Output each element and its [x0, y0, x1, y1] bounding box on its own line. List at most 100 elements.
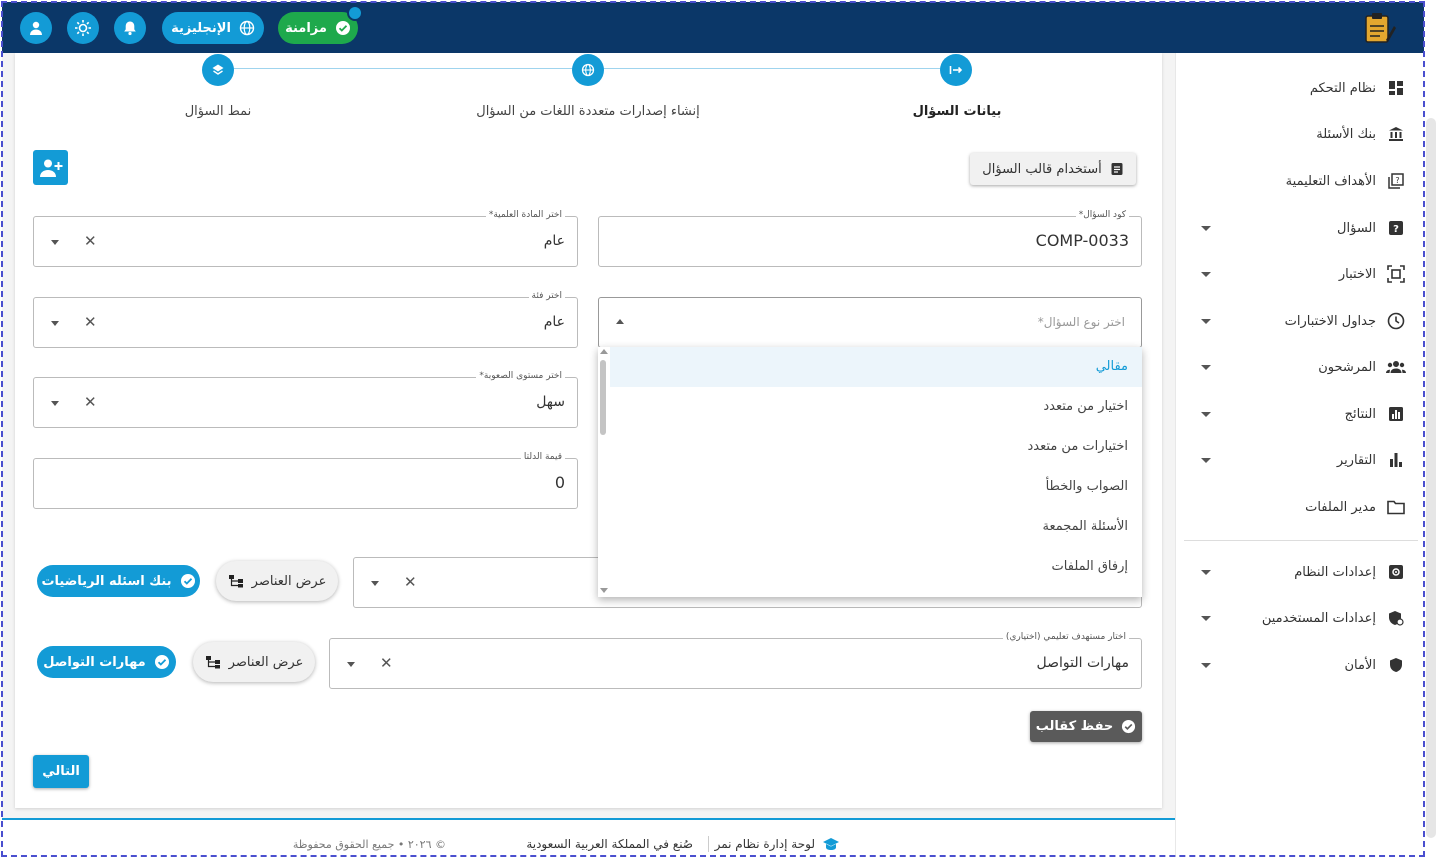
chevron-down-icon[interactable] — [371, 581, 379, 586]
subject-select[interactable]: اختر المادة العلمية* عام ✕ — [33, 210, 578, 267]
chevron-down-icon[interactable] — [51, 401, 59, 406]
layers-icon — [212, 64, 224, 75]
template-button-label: أستخدام قالب السؤال — [982, 161, 1102, 177]
show-elements-label: عرض العناصر — [228, 654, 304, 670]
step-1-circle[interactable] — [940, 54, 972, 86]
step-2-circle[interactable] — [572, 54, 604, 86]
chevron-down-icon[interactable] — [347, 662, 355, 667]
show-elements-button[interactable]: عرض العناصر — [216, 561, 338, 601]
delta-label: قيمة الدلتا — [520, 452, 565, 462]
use-question-template-button[interactable]: أستخدام قالب السؤال — [970, 153, 1136, 185]
sidebar-item-exam[interactable]: الاختبار — [1176, 254, 1426, 294]
delta-input[interactable]: قيمة الدلتا 0 — [33, 452, 578, 509]
sidebar-item-exam-schedules[interactable]: جداول الاختبارات — [1176, 301, 1426, 341]
chevron-down-icon[interactable] — [51, 321, 59, 326]
chevron-down-icon[interactable] — [1201, 271, 1211, 277]
sidebar-item-candidates[interactable]: المرشحون — [1176, 347, 1426, 387]
math-bank-chip[interactable]: بنك اسئله الرياضيات — [37, 565, 200, 597]
chevron-down-icon[interactable] — [1201, 411, 1211, 417]
scroll-up-icon[interactable] — [600, 349, 608, 354]
save-template-label: حفظ كقالب — [1035, 719, 1114, 734]
chevron-down-icon[interactable] — [1201, 662, 1211, 668]
dropdown-option[interactable]: اختيار من متعدد — [610, 387, 1142, 427]
sidebar-item-reports[interactable]: التقارير — [1176, 440, 1426, 480]
sidebar-item-dashboard[interactable]: نظام التحكم — [1176, 68, 1426, 108]
sidebar-item-label: إعدادات المستخدمين — [1261, 610, 1376, 626]
difficulty-value: سهل — [536, 394, 565, 410]
globe-icon — [239, 20, 255, 36]
save-as-template-button[interactable]: حفظ كقالب — [1030, 711, 1142, 742]
chevron-down-icon[interactable] — [1201, 225, 1211, 231]
next-button[interactable]: التالي — [33, 755, 89, 788]
difficulty-select[interactable]: اختر مستوى الصعوبة* سهل ✕ — [33, 371, 578, 428]
learning-target-select[interactable]: اختار مستهدف تعليمي (اختياري) مهارات الت… — [329, 632, 1142, 689]
chevron-up-icon[interactable] — [616, 319, 624, 324]
sidebar-item-label: نظام التحكم — [1309, 80, 1376, 96]
dropdown-option[interactable]: الصواب والخطأ — [610, 467, 1142, 507]
question-type-select[interactable]: اختر نوع السؤال* — [598, 297, 1142, 348]
footer: لوحة إدارة نظام نمر صُنع في المملكة العر… — [2, 818, 1175, 857]
footer-dashboard-label: لوحة إدارة نظام نمر — [714, 837, 815, 851]
sync-button[interactable]: مزامنة — [278, 12, 358, 44]
clear-icon[interactable]: ✕ — [380, 654, 393, 672]
dropdown-scrollbar[interactable] — [600, 360, 606, 435]
graduation-cap-icon — [823, 838, 839, 850]
profile-button[interactable] — [20, 12, 52, 44]
bell-icon — [124, 21, 136, 36]
sync-status-dot — [347, 5, 363, 21]
step-2-label: إنشاء إصدارات متعددة اللغات من السؤال — [476, 104, 700, 119]
chevron-down-icon[interactable] — [1201, 615, 1211, 621]
question-code-label: كود السؤال* — [1075, 210, 1129, 220]
sidebar-item-question-bank[interactable]: بنك الأسئلة — [1176, 114, 1426, 154]
chevron-down-icon[interactable] — [1201, 569, 1211, 575]
chart-box-icon — [1386, 404, 1406, 424]
question-type-dropdown: مقالي اختيار من متعدد اختيارات من متعدد … — [598, 347, 1142, 597]
clear-icon[interactable]: ✕ — [84, 232, 97, 250]
question-type-placeholder: اختر نوع السؤال* — [1037, 315, 1125, 329]
category-label: اختر فئة — [528, 291, 565, 301]
sidebar-item-system-settings[interactable]: إعدادات النظام — [1176, 552, 1426, 592]
exam-frame-icon — [1386, 264, 1406, 284]
clear-icon[interactable]: ✕ — [84, 313, 97, 331]
question-code-field[interactable]: كود السؤال* COMP-0033 — [598, 210, 1142, 267]
show-elements-button[interactable]: عرض العناصر — [193, 642, 315, 682]
sidebar-item-user-settings[interactable]: إعدادات المستخدمين — [1176, 598, 1426, 638]
check-circle-icon — [154, 655, 169, 669]
add-user-icon — [39, 159, 62, 177]
dropdown-option[interactable]: اختيارات من متعدد — [610, 427, 1142, 467]
user-icon — [30, 21, 42, 35]
show-elements-label: عرض العناصر — [251, 573, 327, 589]
user-shield-icon — [1386, 608, 1406, 628]
category-select[interactable]: اختر فئة عام ✕ — [33, 291, 578, 348]
scroll-down-icon[interactable] — [600, 588, 608, 593]
step-3-circle[interactable] — [202, 54, 234, 86]
dropdown-option[interactable]: الأسئلة المجمعة — [610, 507, 1142, 547]
step-3-label: نمط السؤال — [184, 104, 252, 119]
chevron-down-icon[interactable] — [1201, 364, 1211, 370]
sidebar-item-file-manager[interactable]: مدير الملفات — [1176, 487, 1426, 527]
clear-icon[interactable]: ✕ — [404, 573, 417, 591]
theme-toggle-button[interactable] — [67, 12, 99, 44]
dashboard-icon — [1386, 78, 1406, 98]
chevron-down-icon[interactable] — [1201, 318, 1211, 324]
dropdown-option[interactable]: إرفاق الملفات — [610, 547, 1142, 587]
sidebar-item-results[interactable]: النتائج — [1176, 394, 1426, 434]
clear-icon[interactable]: ✕ — [84, 393, 97, 411]
add-user-button[interactable] — [33, 150, 68, 185]
bank-icon — [1386, 124, 1406, 144]
language-button[interactable]: الإنجليزية — [162, 12, 264, 44]
learning-target-label: اختار مستهدف تعليمي (اختياري) — [1002, 632, 1129, 642]
sidebar-item-question[interactable]: ? السؤال — [1176, 208, 1426, 248]
sidebar-item-security[interactable]: الأمان — [1176, 645, 1426, 685]
chevron-down-icon[interactable] — [1201, 457, 1211, 463]
language-label: الإنجليزية — [171, 20, 231, 36]
notifications-button[interactable] — [114, 12, 146, 44]
math-bank-label: بنك اسئله الرياضيات — [41, 573, 172, 589]
sidebar-item-label: النتائج — [1344, 406, 1376, 422]
help-box-icon: ? — [1386, 218, 1406, 238]
page-scrollbar[interactable] — [1426, 118, 1436, 838]
chevron-down-icon[interactable] — [51, 240, 59, 245]
communication-chip[interactable]: مهارات التواصل — [37, 646, 176, 678]
dropdown-option[interactable]: مقالي — [610, 347, 1142, 387]
sidebar-item-learning-objectives[interactable]: ? الأهداف التعليمية — [1176, 161, 1426, 201]
